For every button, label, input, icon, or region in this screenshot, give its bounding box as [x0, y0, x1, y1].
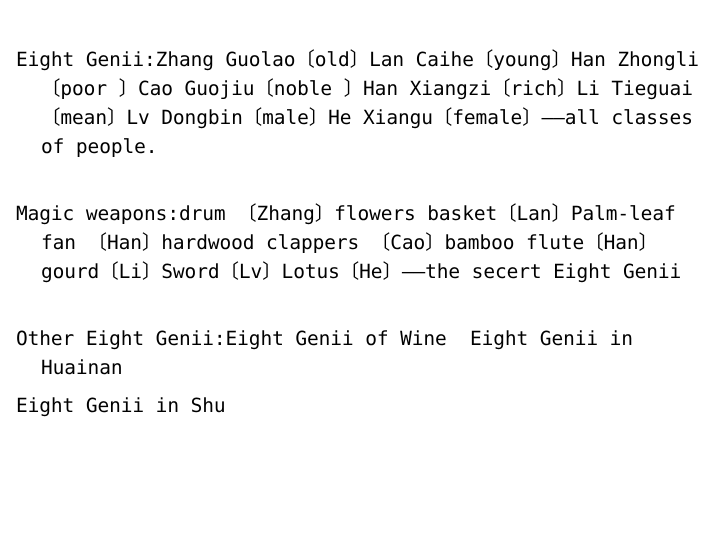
- paragraph-other-eight-genii: Other Eight Genii:Eight Genii of Wine Ei…: [16, 327, 645, 379]
- slide-canvas: Eight Genii:Zhang Guolao〔old〕Lan Caihe〔y…: [0, 0, 720, 540]
- paragraph-eight-genii-in-shu: Eight Genii in Shu: [16, 394, 226, 417]
- paragraph-magic-weapons: Magic weapons:drum 〔Zhang〕flowers basket…: [16, 202, 688, 283]
- text-content-block: Eight Genii:Zhang Guolao〔old〕Lan Caihe〔y…: [16, 45, 706, 420]
- paragraph-eight-genii: Eight Genii:Zhang Guolao〔old〕Lan Caihe〔y…: [16, 48, 705, 158]
